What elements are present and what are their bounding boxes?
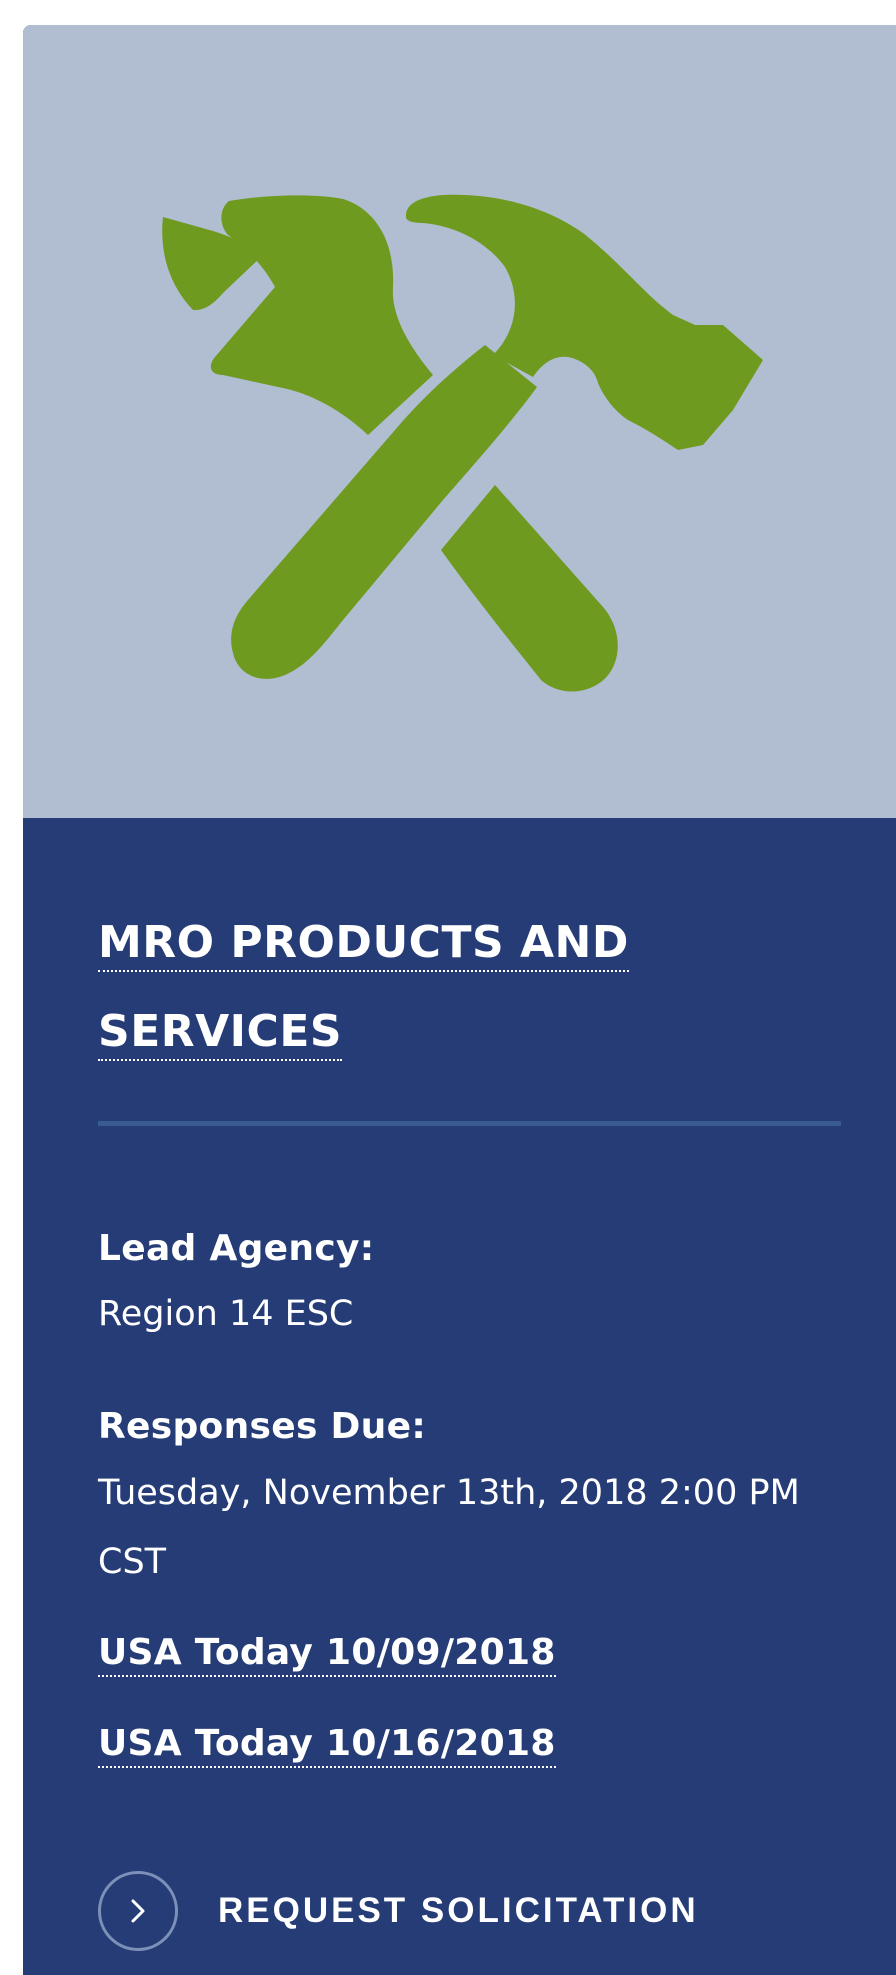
card-title: MRO PRODUCTS AND SERVICES — [98, 898, 658, 1076]
usa-today-link-1[interactable]: USA Today 10/09/2018 — [98, 1632, 556, 1677]
responses-due-label: Responses Due: — [98, 1406, 427, 1447]
card-details: MRO PRODUCTS AND SERVICES Lead Agency: R… — [23, 818, 896, 1975]
responses-due-value: Tuesday, November 13th, 2018 2:00 PM CST — [98, 1473, 800, 1582]
request-solicitation-button[interactable]: REQUEST SOLICITATION — [98, 1868, 699, 1954]
cta-circle — [98, 1871, 178, 1951]
card-hero — [23, 25, 896, 818]
tools-hammer-wrench-icon — [162, 194, 763, 692]
lead-agency-label: Lead Agency: — [98, 1228, 375, 1269]
lead-agency-value: Region 14 ESC — [98, 1294, 354, 1334]
solicitation-card: MRO PRODUCTS AND SERVICES Lead Agency: R… — [23, 25, 896, 1975]
usa-today-link-2[interactable]: USA Today 10/16/2018 — [98, 1723, 556, 1768]
card-title-link[interactable]: MRO PRODUCTS AND SERVICES — [98, 917, 629, 1061]
request-solicitation-label: REQUEST SOLICITATION — [218, 1891, 699, 1930]
divider — [98, 1121, 841, 1126]
chevron-right-icon — [131, 1899, 145, 1923]
